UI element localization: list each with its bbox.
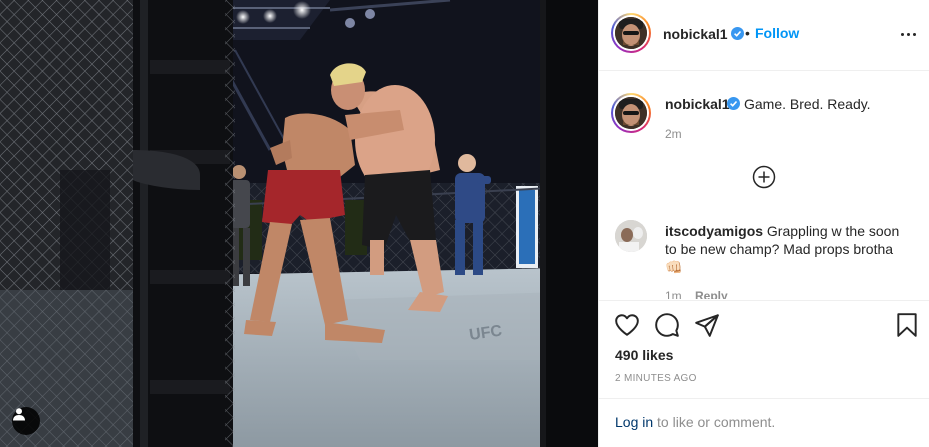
commenter-username[interactable]: itscodyamigos: [665, 223, 763, 239]
post-header: nobickal1 • Follow: [599, 0, 929, 71]
comment-reply-button[interactable]: Reply: [695, 289, 728, 299]
share-paper-plane-icon[interactable]: [694, 312, 720, 338]
comments-area[interactable]: nobickal1 Game. Bred. Ready. 2m itscodya…: [599, 72, 929, 299]
likes-count[interactable]: 490 likes: [615, 347, 673, 363]
comment: itscodyamigos Grappling w the soon to be…: [665, 222, 905, 276]
commenter-avatar[interactable]: [615, 220, 647, 252]
load-more-comments-icon[interactable]: [752, 165, 776, 189]
caption-author-avatar[interactable]: [611, 93, 651, 133]
follow-button[interactable]: Follow: [755, 25, 799, 41]
post-photo[interactable]: UFC: [0, 0, 598, 447]
user-tag-icon: [13, 408, 25, 421]
more-options-button[interactable]: [901, 33, 916, 36]
comment-time[interactable]: 1m: [665, 289, 682, 299]
caption-time[interactable]: 2m: [665, 127, 682, 141]
login-prompt-text: to like or comment.: [653, 414, 776, 430]
more-dot-icon: [907, 33, 910, 36]
post-timestamp[interactable]: 2 MINUTES AGO: [615, 373, 697, 384]
verified-badge-icon: [727, 97, 740, 110]
photo-scene: UFC: [0, 0, 598, 447]
author-avatar[interactable]: [611, 13, 651, 53]
profile-photo-icon: [615, 97, 647, 129]
header-separator: •: [745, 25, 750, 41]
more-dot-icon: [901, 33, 904, 36]
login-link[interactable]: Log in: [615, 414, 653, 430]
user-tag-button[interactable]: [12, 407, 40, 435]
commenter-photo-icon: [615, 220, 647, 252]
profile-photo-icon: [615, 17, 647, 49]
login-prompt: Log in to like or comment.: [599, 398, 929, 447]
save-bookmark-icon[interactable]: [894, 312, 920, 338]
verified-badge-icon: [731, 27, 744, 40]
post-side-panel: nobickal1 • Follow nobickal1 Game. Bred.…: [598, 0, 929, 447]
caption-text: Game. Bred. Ready.: [744, 96, 871, 112]
like-heart-icon[interactable]: [614, 312, 640, 338]
comment-meta: 1m Reply: [665, 289, 728, 299]
caption-username[interactable]: nobickal1: [665, 96, 730, 112]
comment-bubble-icon[interactable]: [654, 312, 680, 338]
more-dot-icon: [913, 33, 916, 36]
comment-emoji: 👊🏻: [665, 259, 683, 275]
author-username[interactable]: nobickal1: [663, 26, 728, 42]
